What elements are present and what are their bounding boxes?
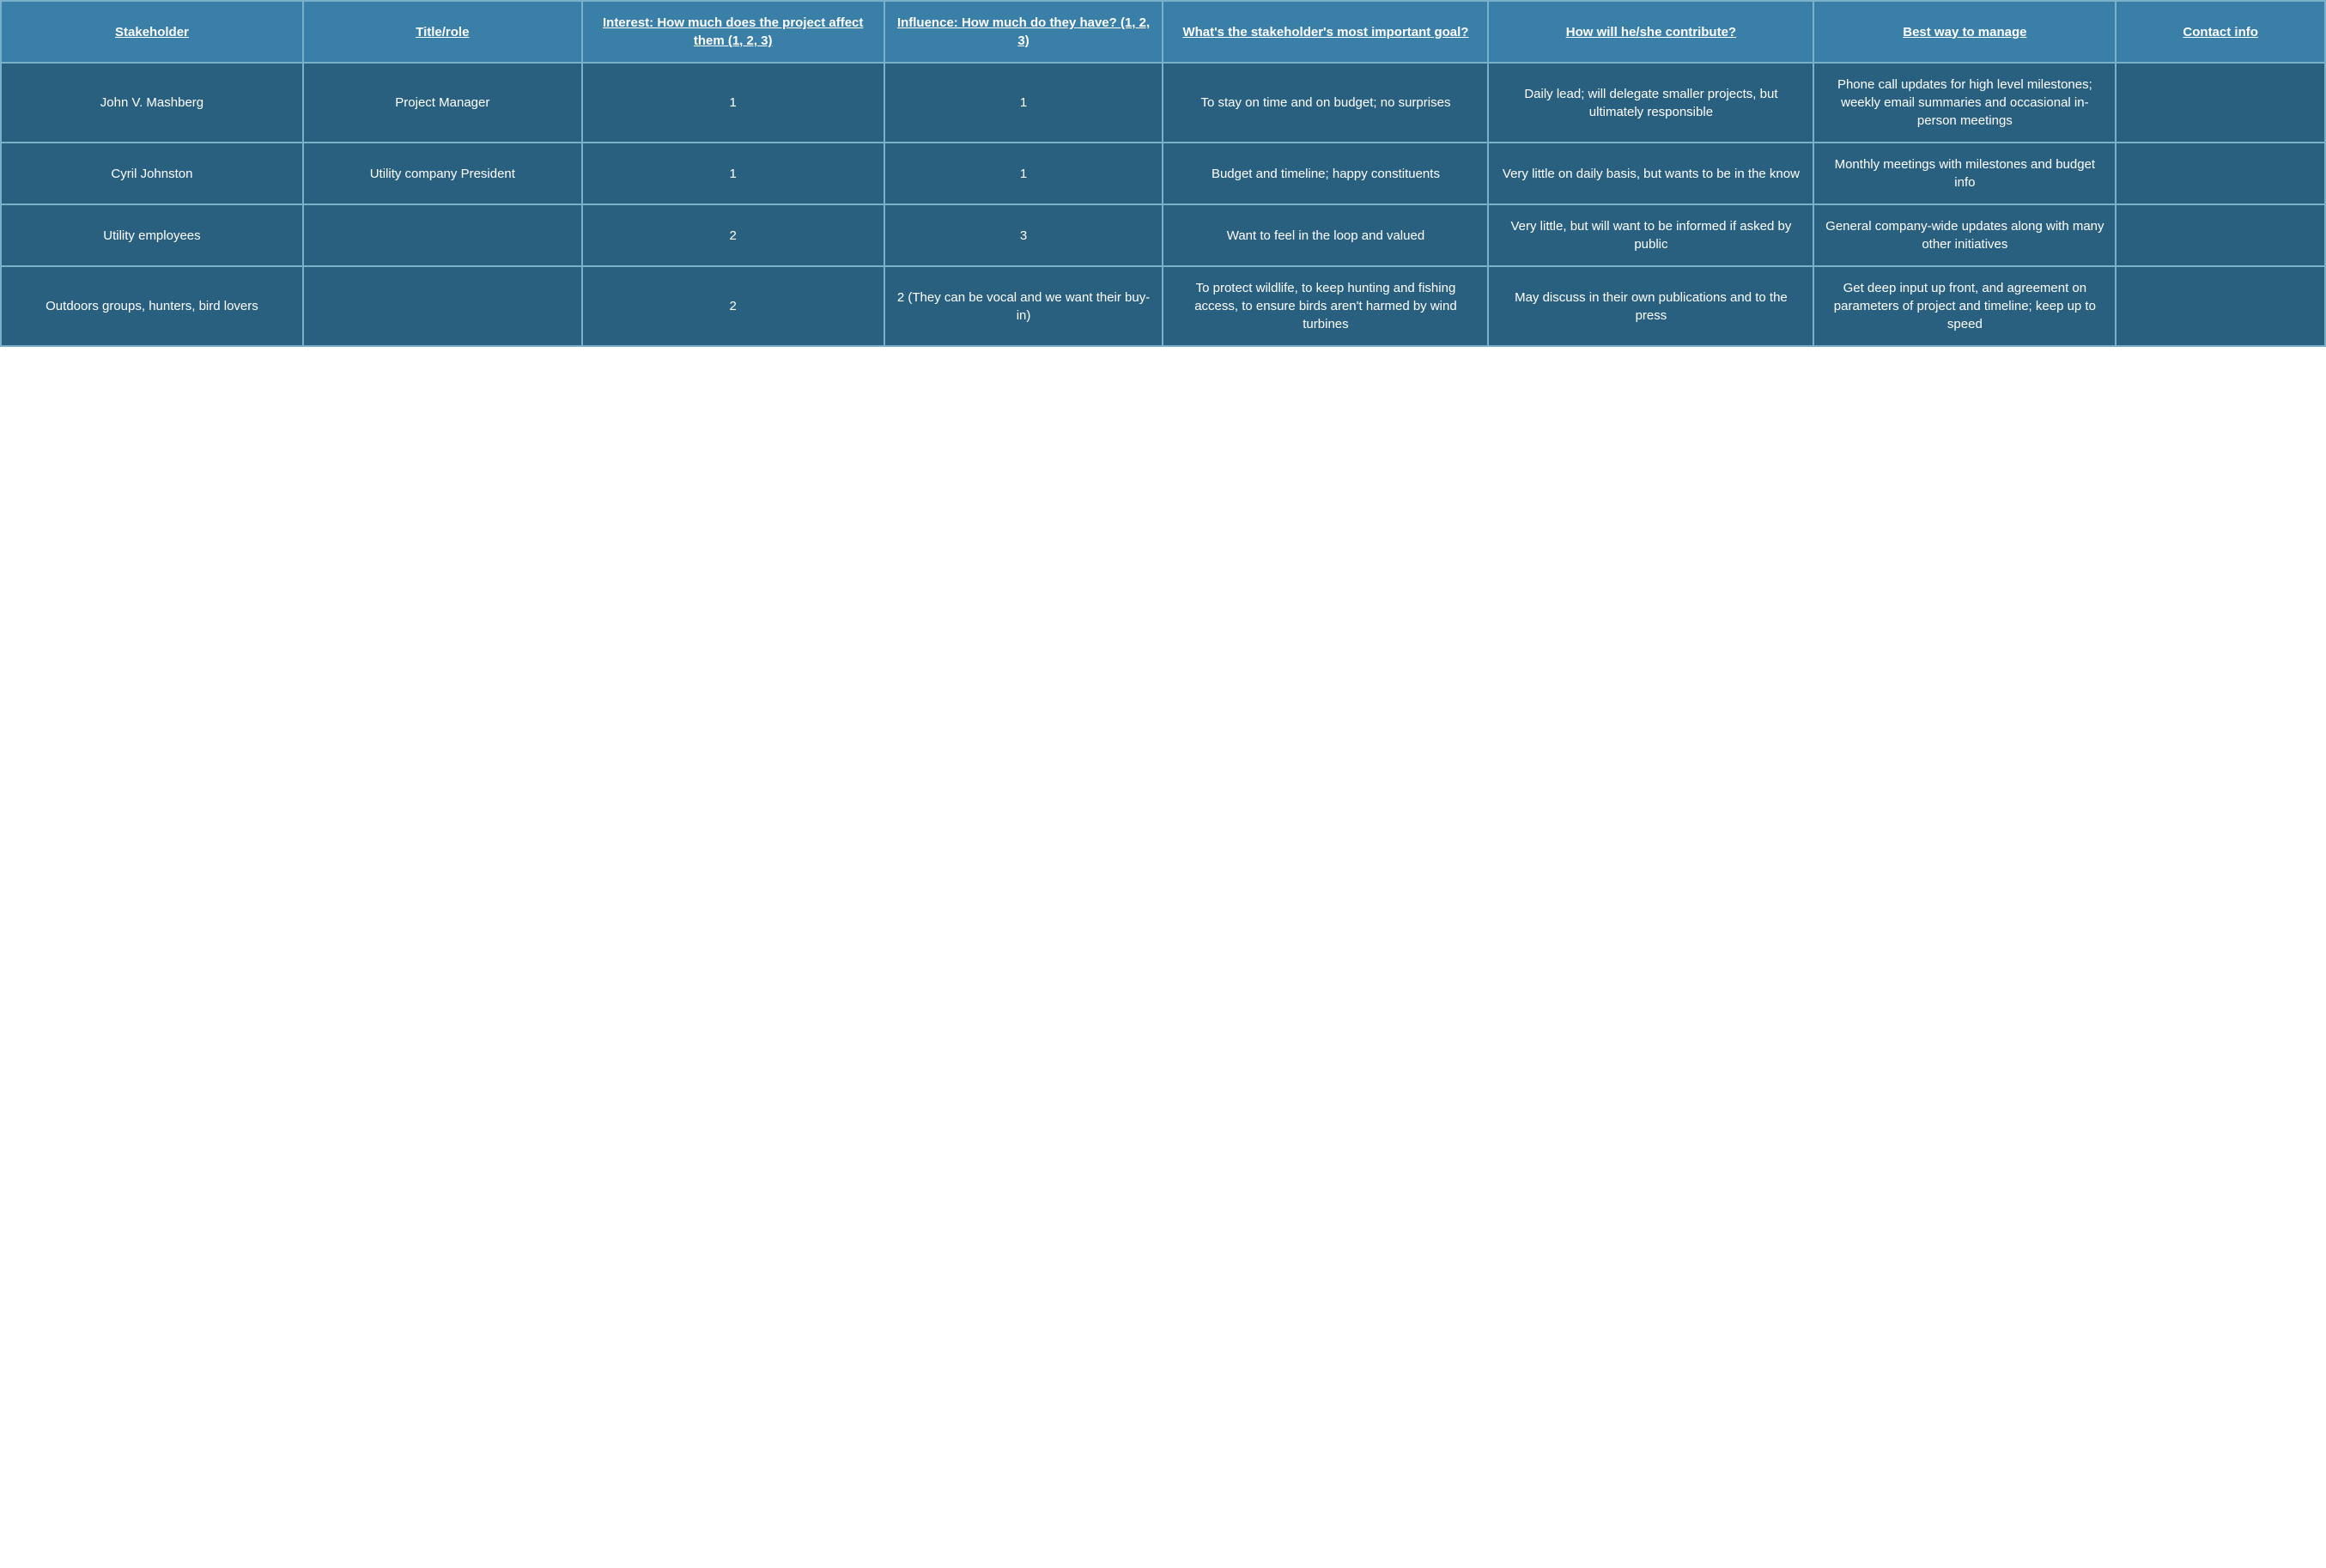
cell-contribute: Very little, but will want to be informe… xyxy=(1488,204,1813,266)
cell-contribute: Daily lead; will delegate smaller projec… xyxy=(1488,63,1813,143)
table-row: Outdoors groups, hunters, bird lovers 22 … xyxy=(1,266,2325,346)
cell-contact xyxy=(2116,63,2325,143)
cell-influence: 3 xyxy=(884,204,1163,266)
header-title: Title/role xyxy=(303,1,582,63)
header-interest: Interest: How much does the project affe… xyxy=(582,1,884,63)
header-contact: Contact info xyxy=(2116,1,2325,63)
cell-title xyxy=(303,204,582,266)
stakeholder-table: Stakeholder Title/role Interest: How muc… xyxy=(0,0,2326,347)
stakeholder-table-container: Stakeholder Title/role Interest: How muc… xyxy=(0,0,2326,347)
cell-goal: Want to feel in the loop and valued xyxy=(1163,204,1488,266)
cell-contribute: Very little on daily basis, but wants to… xyxy=(1488,143,1813,204)
cell-contact xyxy=(2116,204,2325,266)
cell-contact xyxy=(2116,143,2325,204)
cell-stakeholder: Cyril Johnston xyxy=(1,143,303,204)
cell-interest: 1 xyxy=(582,63,884,143)
cell-title xyxy=(303,266,582,346)
cell-influence: 1 xyxy=(884,63,1163,143)
cell-manage: Phone call updates for high level milest… xyxy=(1813,63,2116,143)
header-contribute: How will he/she contribute? xyxy=(1488,1,1813,63)
table-row: Utility employees 23Want to feel in the l… xyxy=(1,204,2325,266)
cell-manage: Get deep input up front, and agreement o… xyxy=(1813,266,2116,346)
header-stakeholder: Stakeholder xyxy=(1,1,303,63)
cell-interest: 1 xyxy=(582,143,884,204)
cell-manage: Monthly meetings with milestones and bud… xyxy=(1813,143,2116,204)
cell-influence: 2 (They can be vocal and we want their b… xyxy=(884,266,1163,346)
cell-goal: Budget and timeline; happy constituents xyxy=(1163,143,1488,204)
header-goal: What's the stakeholder's most important … xyxy=(1163,1,1488,63)
cell-interest: 2 xyxy=(582,204,884,266)
cell-goal: To protect wildlife, to keep hunting and… xyxy=(1163,266,1488,346)
table-row: John V. MashbergProject Manager11To stay… xyxy=(1,63,2325,143)
cell-title: Utility company President xyxy=(303,143,582,204)
cell-interest: 2 xyxy=(582,266,884,346)
cell-stakeholder: Outdoors groups, hunters, bird lovers xyxy=(1,266,303,346)
header-row: Stakeholder Title/role Interest: How muc… xyxy=(1,1,2325,63)
cell-contribute: May discuss in their own publications an… xyxy=(1488,266,1813,346)
cell-influence: 1 xyxy=(884,143,1163,204)
cell-manage: General company-wide updates along with … xyxy=(1813,204,2116,266)
cell-title: Project Manager xyxy=(303,63,582,143)
cell-stakeholder: John V. Mashberg xyxy=(1,63,303,143)
header-manage: Best way to manage xyxy=(1813,1,2116,63)
cell-goal: To stay on time and on budget; no surpri… xyxy=(1163,63,1488,143)
header-influence: Influence: How much do they have? (1, 2,… xyxy=(884,1,1163,63)
table-row: Cyril JohnstonUtility company President1… xyxy=(1,143,2325,204)
cell-contact xyxy=(2116,266,2325,346)
cell-stakeholder: Utility employees xyxy=(1,204,303,266)
